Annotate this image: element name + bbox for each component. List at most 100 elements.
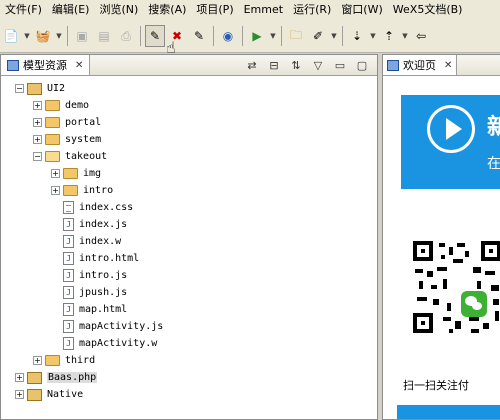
- tree-row[interactable]: + Baas.php: [1, 369, 377, 386]
- expand-toggle-icon[interactable]: +: [51, 186, 60, 195]
- project-icon: [27, 371, 42, 384]
- run-icon[interactable]: ▶: [247, 25, 267, 47]
- play-icon[interactable]: [427, 105, 475, 153]
- nav-a-dropdown-icon[interactable]: ▼: [369, 25, 377, 47]
- js-file-icon: J: [63, 218, 74, 231]
- collapse-toggle-icon[interactable]: −: [33, 152, 42, 161]
- close-icon[interactable]: ✕: [75, 60, 83, 71]
- qr-module: [433, 299, 439, 305]
- js-file-icon: J: [63, 269, 74, 282]
- tree-row[interactable]: + intro: [1, 182, 377, 199]
- qr-finder: [413, 241, 433, 261]
- save-icon[interactable]: ▣: [72, 25, 92, 47]
- nav-b-icon[interactable]: ⇡: [379, 25, 399, 47]
- tree-row[interactable]: + portal: [1, 114, 377, 131]
- link-editor-icon[interactable]: ⇄: [244, 59, 260, 72]
- menu-item[interactable]: 编辑(E): [47, 0, 95, 20]
- js-file-icon: J: [63, 252, 74, 265]
- expand-toggle-icon[interactable]: +: [51, 169, 60, 178]
- tree-row[interactable]: Jintro.html: [1, 250, 377, 267]
- menu-item[interactable]: 文件(F): [0, 0, 47, 20]
- qr-finder: [481, 241, 500, 261]
- new-dropdown-icon[interactable]: ▼: [23, 25, 31, 47]
- expand-toggle-icon[interactable]: +: [33, 118, 42, 127]
- open-folder-icon[interactable]: 🗀: [286, 25, 306, 47]
- tree-row[interactable]: + img: [1, 165, 377, 182]
- sync-icon[interactable]: ⇅: [288, 59, 304, 72]
- tree-item-label: mapActivity.w: [79, 338, 158, 349]
- brush-icon[interactable]: ✐: [308, 25, 328, 47]
- brush-dropdown-icon[interactable]: ▼: [330, 25, 338, 47]
- print-icon[interactable]: ⎙: [116, 25, 136, 47]
- nav-b-dropdown-icon[interactable]: ▼: [401, 25, 409, 47]
- menu-item[interactable]: WeX5文档(B): [388, 0, 468, 20]
- collapse-all-icon[interactable]: ⊟: [266, 59, 282, 72]
- tree-row[interactable]: index.css: [1, 199, 377, 216]
- qr-module: [493, 299, 499, 305]
- tree-item-label: third: [65, 355, 96, 366]
- view-menu-icon[interactable]: ▽: [310, 59, 326, 72]
- new-icon[interactable]: 📄: [1, 25, 21, 47]
- save-all-icon[interactable]: ▤: [94, 25, 114, 47]
- menu-item[interactable]: 浏览(N): [94, 0, 143, 20]
- menu-item[interactable]: Emmet: [239, 0, 288, 20]
- menu-item[interactable]: 项目(P): [191, 0, 238, 20]
- back-icon[interactable]: ⇦: [411, 25, 431, 47]
- qr-module: [453, 259, 463, 263]
- qr-module: [473, 267, 481, 273]
- tree-row[interactable]: JmapActivity.js: [1, 318, 377, 335]
- expand-toggle-icon[interactable]: +: [15, 373, 24, 382]
- tree-row[interactable]: + system: [1, 131, 377, 148]
- menu-item[interactable]: 窗口(W): [336, 0, 387, 20]
- tree-item-label: intro: [83, 185, 114, 196]
- tree-item-label: intro.html: [79, 253, 140, 264]
- expand-toggle-icon[interactable]: +: [33, 101, 42, 110]
- tree-row[interactable]: Jintro.js: [1, 267, 377, 284]
- tree-row[interactable]: Jjpush.js: [1, 284, 377, 301]
- nav-a-icon[interactable]: ⇣: [347, 25, 367, 47]
- deploy-dropdown-icon[interactable]: ▼: [55, 25, 63, 47]
- tree-row[interactable]: Jindex.w: [1, 233, 377, 250]
- welcome-tabbar: 欢迎页 ✕: [383, 55, 500, 76]
- minimize-icon[interactable]: ▭: [332, 59, 348, 72]
- qr-module: [471, 329, 479, 333]
- tool-c-icon[interactable]: ✎: [189, 25, 209, 47]
- maximize-icon[interactable]: ▢: [354, 59, 370, 72]
- tab-model-resources[interactable]: 模型资源 ✕: [1, 55, 91, 75]
- tree-row[interactable]: JmapActivity.w: [1, 335, 377, 352]
- folder-icon: [45, 355, 60, 366]
- welcome-icon: [387, 59, 399, 71]
- tree-row[interactable]: + third: [1, 352, 377, 369]
- banner-title: 新: [487, 109, 500, 141]
- tree-item-label: jpush.js: [79, 287, 128, 298]
- deploy-icon[interactable]: 🧺: [33, 25, 53, 47]
- expand-toggle-icon[interactable]: +: [33, 356, 42, 365]
- expand-toggle-icon[interactable]: +: [15, 390, 24, 399]
- qr-module: [465, 251, 469, 257]
- js-file-icon: J: [63, 286, 74, 299]
- close-icon[interactable]: ✕: [444, 60, 452, 71]
- welcome-banner[interactable]: 新 在: [401, 95, 500, 189]
- run-dropdown-icon[interactable]: ▼: [269, 25, 277, 47]
- tree-row[interactable]: + demo: [1, 97, 377, 114]
- tree-item-label: map.html: [79, 304, 128, 315]
- tool-a-icon[interactable]: ✎: [145, 25, 165, 47]
- qr-module: [417, 297, 427, 301]
- debug-icon[interactable]: ◉: [218, 25, 238, 47]
- tree-row[interactable]: − takeout: [1, 148, 377, 165]
- tree-row[interactable]: Jmap.html: [1, 301, 377, 318]
- collapse-toggle-icon[interactable]: −: [15, 84, 24, 93]
- qr-module: [443, 279, 447, 289]
- js-file-icon: J: [63, 303, 74, 316]
- tree-row[interactable]: Jindex.js: [1, 216, 377, 233]
- panel-actions: ⇄ ⊟ ⇅ ▽ ▭ ▢: [241, 55, 373, 75]
- tab-welcome[interactable]: 欢迎页 ✕: [383, 55, 458, 75]
- expand-toggle-icon[interactable]: +: [33, 135, 42, 144]
- tree-row[interactable]: − UI2: [1, 80, 377, 97]
- menu-item[interactable]: 搜索(A): [143, 0, 191, 20]
- tree-row[interactable]: + Native: [1, 386, 377, 403]
- menu-item[interactable]: 运行(R): [288, 0, 336, 20]
